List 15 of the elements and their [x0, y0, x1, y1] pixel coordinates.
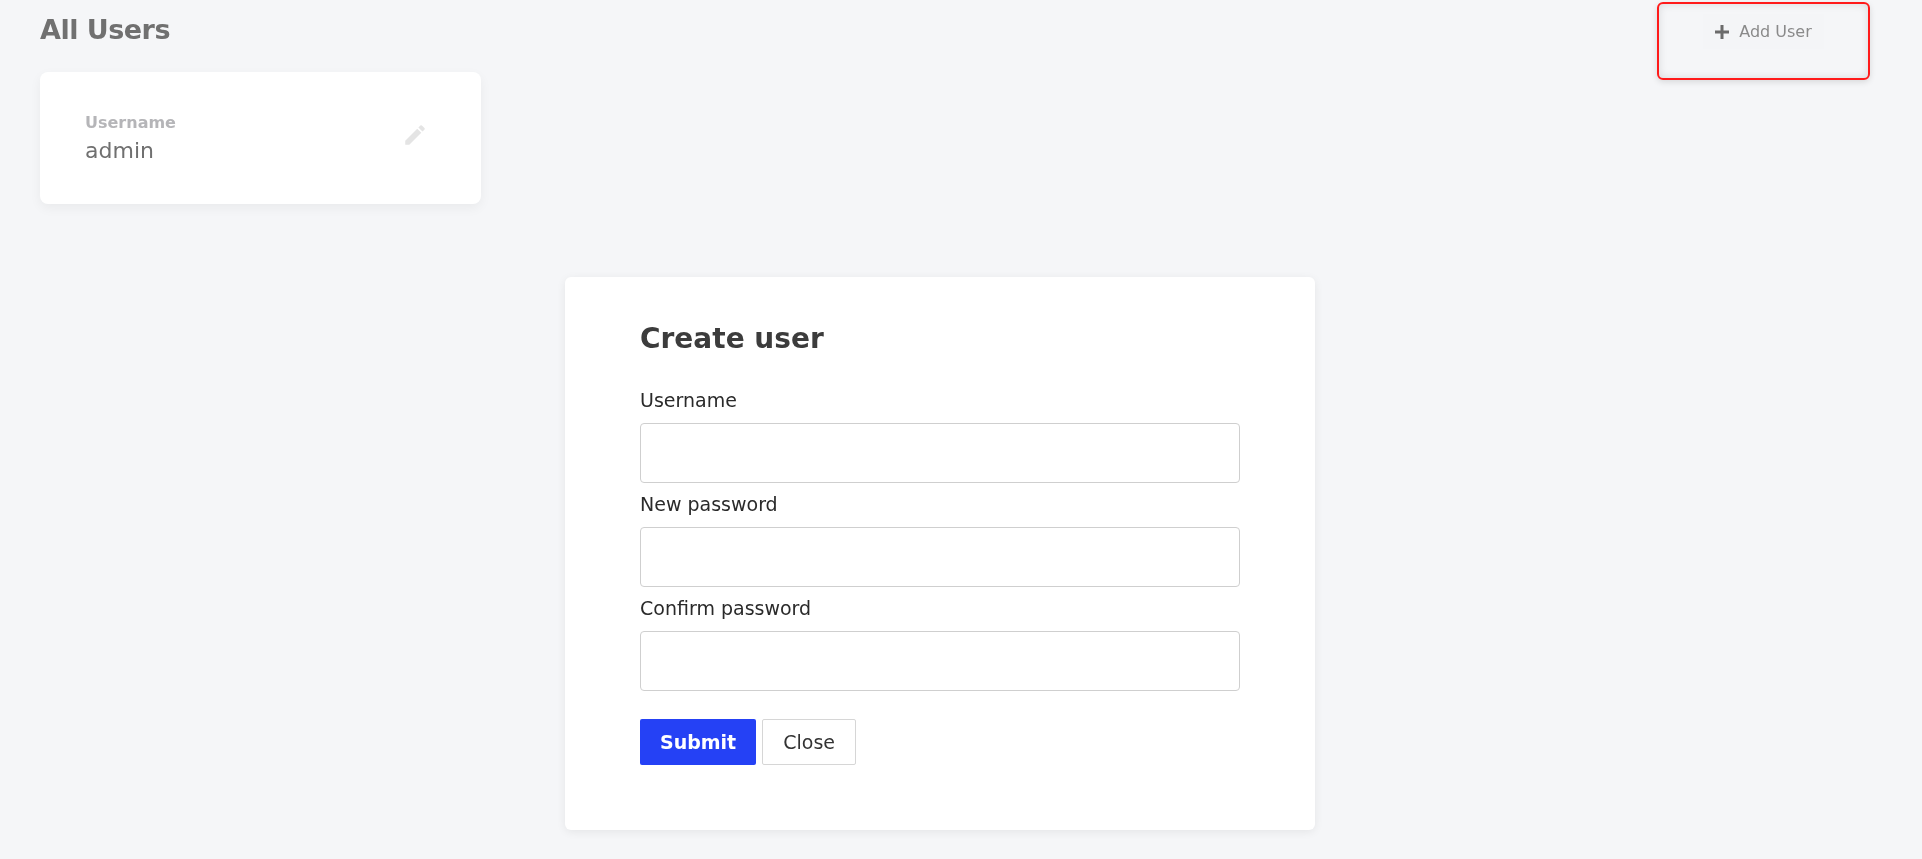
field-label: Username	[85, 113, 176, 132]
username-value: admin	[85, 138, 155, 163]
field-label: New password	[640, 493, 779, 515]
plus-icon	[1715, 24, 1730, 39]
page-title: All Users	[40, 14, 170, 45]
input-field[interactable]	[640, 527, 1240, 587]
submit-button[interactable]: Submit	[640, 719, 757, 765]
input-field[interactable]	[640, 423, 1240, 483]
field-label: Username	[640, 389, 738, 411]
field-label: Confirm password	[640, 597, 813, 619]
edit-button[interactable]	[402, 122, 428, 148]
close-button[interactable]: Close	[762, 719, 856, 765]
input-field[interactable]	[640, 631, 1240, 691]
dialog-title: Create user	[640, 322, 825, 355]
pencil-icon	[402, 122, 428, 148]
